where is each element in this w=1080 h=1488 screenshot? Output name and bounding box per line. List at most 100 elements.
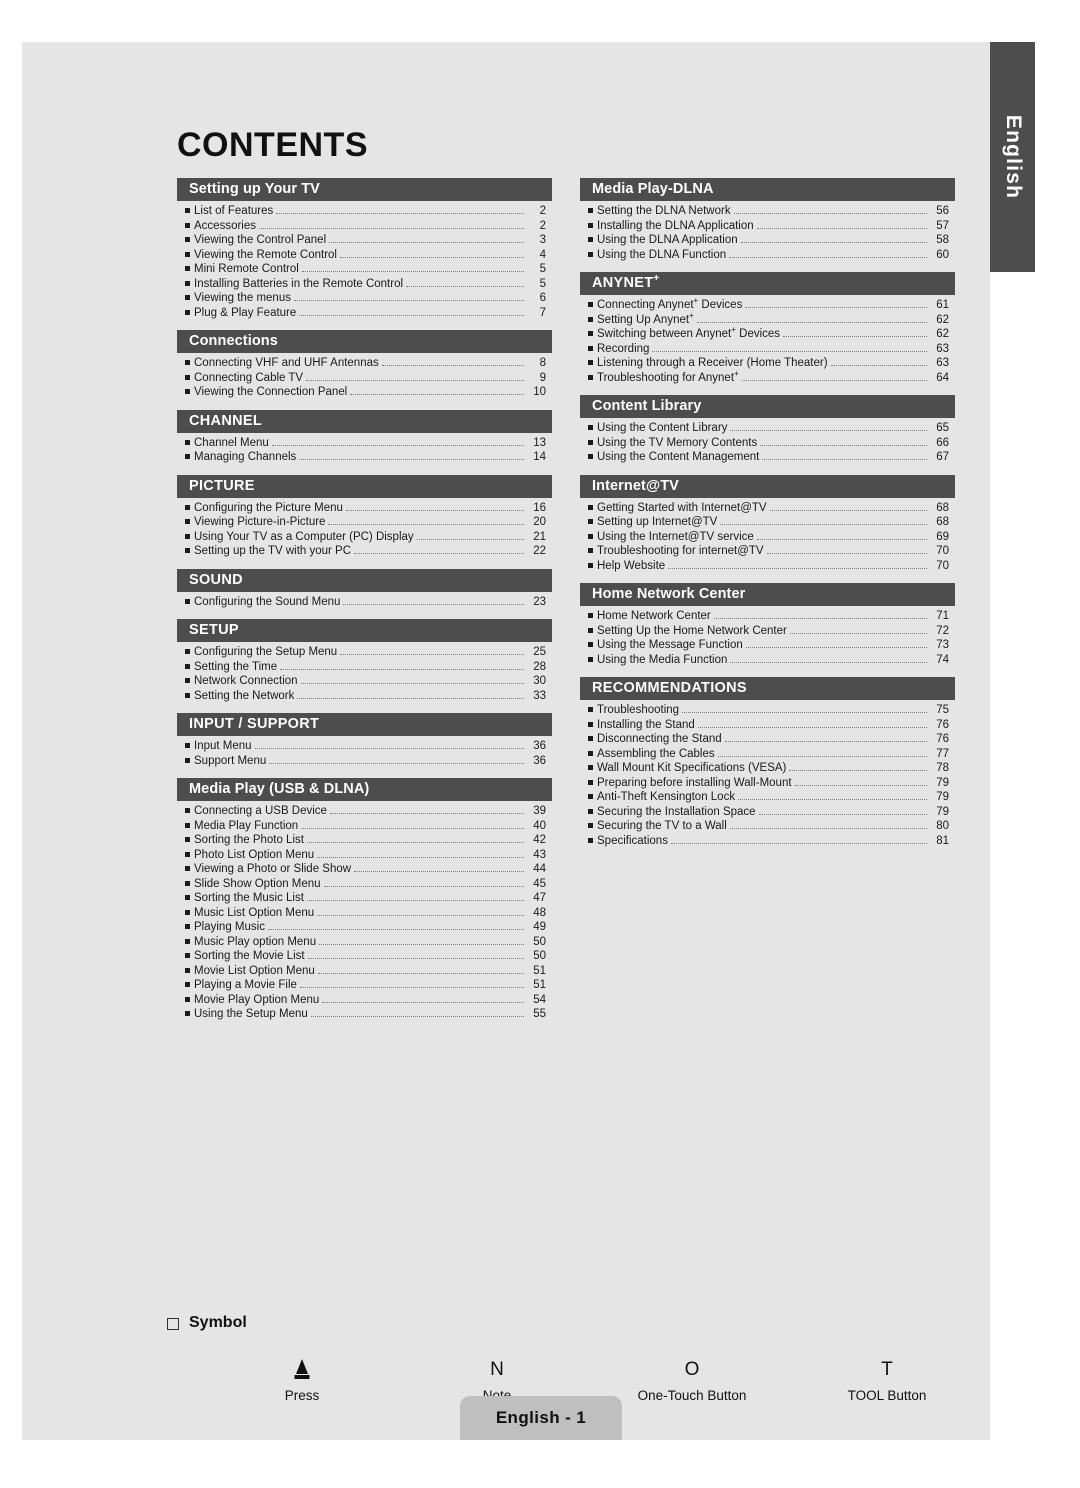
- toc-entry[interactable]: Connecting Anynet+ Devices 61: [580, 297, 955, 313]
- toc-entry[interactable]: Using the DLNA Application 58: [580, 233, 955, 248]
- toc-entry[interactable]: Recording 63: [580, 342, 955, 357]
- toc-entry-page: 67: [936, 451, 949, 463]
- square-bullet-icon: [588, 519, 593, 524]
- toc-entry-label: Using the Media Function: [597, 653, 728, 666]
- toc-entry[interactable]: Listening through a Receiver (Home Theat…: [580, 356, 955, 371]
- toc-entry-page: 79: [936, 776, 949, 789]
- toc-entry[interactable]: Using the Content Library 65: [580, 421, 955, 436]
- dot-leader: [317, 914, 524, 916]
- dot-leader: [280, 668, 524, 670]
- toc-entry[interactable]: Music Play option Menu 50: [177, 935, 552, 950]
- dot-leader: [756, 227, 927, 229]
- toc-entry[interactable]: Slide Show Option Menu 45: [177, 877, 552, 892]
- section-entries: Channel Menu 13 Managing Channels 14: [177, 433, 552, 467]
- toc-entry[interactable]: Using Your TV as a Computer (PC) Display…: [177, 530, 552, 545]
- toc-entry[interactable]: Troubleshooting for internet@TV 70: [580, 544, 955, 559]
- toc-entry[interactable]: Setting Up the Home Network Center 72: [580, 624, 955, 639]
- toc-entry[interactable]: Mini Remote Control 5: [177, 262, 552, 277]
- toc-entry[interactable]: Troubleshooting 75: [580, 703, 955, 718]
- toc-entry[interactable]: Input Menu 36: [177, 739, 552, 754]
- dot-leader: [354, 871, 524, 872]
- toc-entry[interactable]: Music List Option Menu 48: [177, 906, 552, 921]
- section-entries: Connecting VHF and UHF Antennas 8 Connecti…: [177, 353, 552, 402]
- square-bullet-icon: [185, 895, 190, 900]
- toc-entry[interactable]: Viewing a Photo or Slide Show 44: [177, 862, 552, 877]
- toc-entry[interactable]: Configuring the Sound Menu 23: [177, 595, 552, 610]
- toc-entry[interactable]: Setting the Network 33: [177, 689, 552, 704]
- square-bullet-icon: [588, 779, 593, 785]
- toc-entry[interactable]: Connecting Cable TV 9: [177, 371, 552, 386]
- toc-entry[interactable]: Troubleshooting for Anynet+ 64: [580, 369, 955, 386]
- toc-entry[interactable]: Movie Play Option Menu 54: [177, 993, 552, 1008]
- toc-entry[interactable]: Securing the TV to a Wall 80: [580, 819, 955, 834]
- toc-entry[interactable]: Plug & Play Feature 7: [177, 306, 552, 321]
- toc-entry[interactable]: Using the Internet@TV service 69: [580, 530, 955, 545]
- toc-entry[interactable]: Wall Mount Kit Specifications (VESA) 78: [580, 761, 955, 776]
- toc-entry[interactable]: Movie List Option Menu 51: [177, 964, 552, 979]
- toc-entry[interactable]: Accessories 2: [177, 219, 552, 234]
- toc-entry[interactable]: Anti-Theft Kensington Lock 79: [580, 790, 955, 805]
- toc-entry[interactable]: Using the DLNA Function 60: [580, 248, 955, 263]
- toc-entry[interactable]: Playing a Movie File 51: [177, 978, 552, 993]
- toc-entry[interactable]: Media Play Function 40: [177, 819, 552, 834]
- section-entries: Configuring the Setup Menu 25 Setting the …: [177, 642, 552, 705]
- toc-entry[interactable]: Viewing the Remote Control 4: [177, 248, 552, 263]
- toc-entry[interactable]: Installing Batteries in the Remote Contr…: [177, 277, 552, 292]
- toc-entry[interactable]: Disconnecting the Stand 76: [580, 732, 955, 747]
- toc-entry[interactable]: Sorting the Music List 47: [177, 891, 552, 906]
- section-entries: Configuring the Picture Menu 16 Viewing Pi…: [177, 498, 552, 561]
- section-header: SOUND: [177, 568, 552, 592]
- toc-entry[interactable]: Setting Up Anynet+ 62: [580, 311, 955, 328]
- square-bullet-icon: [588, 208, 593, 213]
- toc-entry[interactable]: Setting the DLNA Network 56: [580, 204, 955, 219]
- toc-entry[interactable]: Using the Content Management 67: [580, 450, 955, 465]
- toc-entry[interactable]: Using the Media Function 74: [580, 653, 955, 668]
- toc-entry[interactable]: Connecting VHF and UHF Antennas 8: [177, 356, 552, 371]
- toc-entry[interactable]: Playing Music 49: [177, 920, 552, 935]
- toc-entry[interactable]: Configuring the Setup Menu 25: [177, 645, 552, 660]
- toc-entry[interactable]: Viewing the Control Panel 3: [177, 233, 552, 248]
- toc-entry[interactable]: List of Features 2: [177, 204, 552, 219]
- dot-leader: [329, 813, 524, 814]
- toc-entry[interactable]: Setting up Internet@TV 68: [580, 515, 955, 530]
- toc-entry[interactable]: Specifications 81: [580, 834, 955, 849]
- toc-entry[interactable]: Switching between Anynet+ Devices 62: [580, 326, 955, 342]
- toc-entry[interactable]: Getting Started with Internet@TV 68: [580, 501, 955, 516]
- toc-entry[interactable]: Support Menu 36: [177, 754, 552, 769]
- toc-entry[interactable]: Channel Menu 13: [177, 436, 552, 451]
- toc-entry[interactable]: Help Website 70: [580, 559, 955, 574]
- toc-entry-label: Movie Play Option Menu: [194, 993, 320, 1006]
- toc-entry[interactable]: Connecting a USB Device 39: [177, 804, 552, 819]
- toc-entry[interactable]: Viewing the Connection Panel 10: [177, 385, 552, 400]
- toc-entry-label: Using the DLNA Application: [597, 234, 738, 246]
- toc-entry[interactable]: Network Connection 30: [177, 674, 552, 689]
- toc-entry[interactable]: Installing the Stand 76: [580, 718, 955, 733]
- square-bullet-icon: [588, 302, 593, 307]
- toc-entry[interactable]: Securing the Installation Space 79: [580, 805, 955, 820]
- section-header: Home Network Center: [580, 583, 955, 606]
- toc-entry[interactable]: Viewing the menus 6: [177, 291, 552, 306]
- square-bullet-icon: [588, 562, 593, 568]
- toc-section: Home Network Center Home Network Center 71…: [580, 583, 955, 669]
- toc-entry-page: 42: [533, 834, 546, 846]
- toc-entry[interactable]: Assembling the Cables 77: [580, 747, 955, 762]
- toc-section: RECOMMENDATIONS Troubleshooting 75 Installi…: [580, 677, 955, 850]
- toc-entry[interactable]: Viewing Picture-in-Picture 20: [177, 515, 552, 530]
- toc-entry[interactable]: Sorting the Photo List 42: [177, 833, 552, 848]
- toc-entry[interactable]: Managing Channels 14: [177, 450, 552, 465]
- toc-entry[interactable]: Sorting the Movie List 50: [177, 949, 552, 964]
- square-bullet-icon: [185, 663, 190, 669]
- square-bullet-icon: [185, 808, 190, 813]
- toc-entry[interactable]: Preparing before installing Wall-Mount 79: [580, 776, 955, 791]
- toc-entry-label: Photo List Option Menu: [194, 848, 315, 861]
- toc-entry[interactable]: Setting up the TV with your PC 22: [177, 544, 552, 559]
- toc-entry[interactable]: Using the TV Memory Contents 66: [580, 436, 955, 451]
- toc-entry[interactable]: Installing the DLNA Application 57: [580, 219, 955, 234]
- toc-entry[interactable]: Configuring the Picture Menu 16: [177, 501, 552, 516]
- toc-entry[interactable]: Using the Setup Menu 55: [177, 1007, 552, 1022]
- toc-entry[interactable]: Using the Message Function 73: [580, 638, 955, 653]
- toc-entry[interactable]: Photo List Option Menu 43: [177, 848, 552, 863]
- dot-leader: [713, 618, 927, 619]
- toc-entry[interactable]: Home Network Center 71: [580, 609, 955, 624]
- toc-entry[interactable]: Setting the Time 28: [177, 660, 552, 675]
